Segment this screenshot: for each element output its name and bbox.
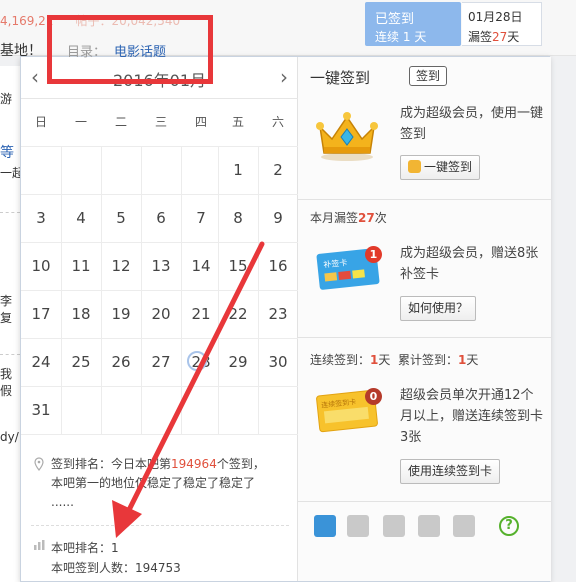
makeup-card-text: 成为超级会员，赠送8张补签卡 [400,246,539,282]
calendar-grid-line [21,434,298,435]
one-key-sign-panel: 一键签到 签到 成为超级会员，使用一键签到 一键签到 本月漏签27次 补签卡 1… [298,57,551,581]
calendar-day[interactable]: 12 [101,242,141,290]
weekday-header: 一 [74,115,87,129]
calendar-day[interactable]: 20 [141,290,181,338]
privilege-icon-2[interactable] [383,515,405,537]
weekday-header: 日 [34,115,47,129]
calendar-day[interactable]: 8 [218,194,258,242]
calendar-day[interactable]: 10 [21,242,61,290]
crown-icon [316,112,378,161]
annotation-highlight-box [47,15,213,84]
calendar-day[interactable]: 25 [61,338,101,386]
calendar-day[interactable]: 15 [218,242,258,290]
calendar-day[interactable]: 14 [181,242,221,290]
privilege-icon-3[interactable] [418,515,440,537]
calendar-day[interactable]: 1 [218,146,258,194]
monthly-missed-label: 本月漏签27次 [310,211,387,225]
sign-status-label: 已签到 [375,12,415,27]
sign-date: 01月28日 [468,10,523,24]
sign-rank-text: 签到排名：今日本吧第194964个签到， 本吧第一的地位仅稳定了稳定了稳定了...… [51,457,265,509]
section-divider [298,337,551,338]
vip-onekey-text: 成为超级会员，使用一键签到 [400,106,544,142]
calendar-panel: ‹ 2016年01月 › 日一二三四五六 1 2 3 4 5 6 7 8 9 10 11 12 13 14… [21,57,298,581]
weekday-header: 三 [154,115,167,129]
privilege-icons-bar: ? [298,501,551,582]
sign-tag[interactable]: 签到 [409,66,448,86]
calendar-day[interactable]: 30 [258,338,298,386]
calendar-day[interactable]: 31 [21,386,61,434]
use-streak-card-button[interactable]: 使用连续签到卡 [400,459,501,484]
help-icon[interactable]: ? [499,516,519,536]
sign-calendar-popup: ‹ 2016年01月 › 日一二三四五六 1 2 3 4 5 6 7 8 9 10 11 12 13 14… [20,56,551,582]
post-fragment: 假 [0,384,13,398]
post-fragment: 游 [0,92,13,106]
calendar-day[interactable]: 27 [141,338,181,386]
streak-total-stats: 连续签到：1天 累计签到：1天 [310,353,479,367]
calendar-day[interactable]: 24 [21,338,61,386]
post-fragment: 李 [0,294,13,308]
bar-chart-icon [34,540,45,550]
share-icon[interactable] [314,515,336,537]
calendar-day[interactable]: 11 [61,242,101,290]
calendar-day[interactable]: 2 [258,146,298,194]
calendar-day[interactable]: 7 [181,194,221,242]
post-fragment: 我 [0,367,13,381]
post-divider [0,354,20,355]
calendar-day[interactable]: 5 [101,194,141,242]
post-fragment[interactable]: 等 [0,142,20,162]
calendar-day[interactable]: 29 [218,338,258,386]
privilege-icon-4[interactable] [453,515,475,537]
calendar-day[interactable]: 6 [141,194,181,242]
one-key-sign-title: 一键签到 [310,69,371,87]
calendar-day[interactable]: 17 [21,290,61,338]
post-fragment: 一起 [0,166,20,180]
signed-status-button[interactable]: 已签到 连续 1 天 [365,2,461,46]
section-divider [298,199,551,200]
streak-card-badge: 0 [365,388,382,405]
calendar-day[interactable]: 22 [218,290,258,338]
bar-signers-count: 本吧签到人数：194753 [51,561,181,575]
next-month-icon[interactable]: › [280,65,288,89]
today-marker [187,351,207,371]
calendar-day[interactable]: 26 [101,338,141,386]
weekday-header: 二 [114,115,127,129]
background-post-list: 游 等 一起 李 复 我 假 dy/ [0,66,20,582]
sign-info-box: 01月28日 漏签27天 [462,2,542,46]
calendar-day[interactable]: 4 [61,194,101,242]
missed-days: 漏签27天 [468,30,520,44]
post-fragment: dy/ [0,430,19,444]
privilege-icon-1[interactable] [347,515,369,537]
onekey-sign-button[interactable]: 一键签到 [400,155,481,180]
calendar-day[interactable]: 3 [21,194,61,242]
post-divider [0,212,20,213]
post-fragment: 复 [0,311,13,325]
calendar-grid-line [21,386,298,387]
calendar-day[interactable]: 19 [101,290,141,338]
weekday-header: 五 [231,115,244,129]
makeup-card-badge: 1 [365,246,382,263]
how-to-use-button[interactable]: 如何使用？ [400,296,477,321]
ranking-divider [31,525,289,526]
calendar-day[interactable]: 23 [258,290,298,338]
calendar-day[interactable]: 18 [61,290,101,338]
calendar-day[interactable]: 21 [181,290,221,338]
streak-card-text: 超级会员单次开通12个月以上，赠送连续签到卡3张 [400,388,544,445]
hand-icon [408,160,421,173]
calendar-day[interactable]: 9 [258,194,298,242]
calendar-day[interactable]: 16 [258,242,298,290]
weekday-header: 六 [271,115,284,129]
weekday-header: 四 [194,115,207,129]
sign-streak-label: 连续 1 天 [375,30,427,44]
calendar-day[interactable]: 13 [141,242,181,290]
bar-rank: 本吧排名：1 [51,541,119,555]
